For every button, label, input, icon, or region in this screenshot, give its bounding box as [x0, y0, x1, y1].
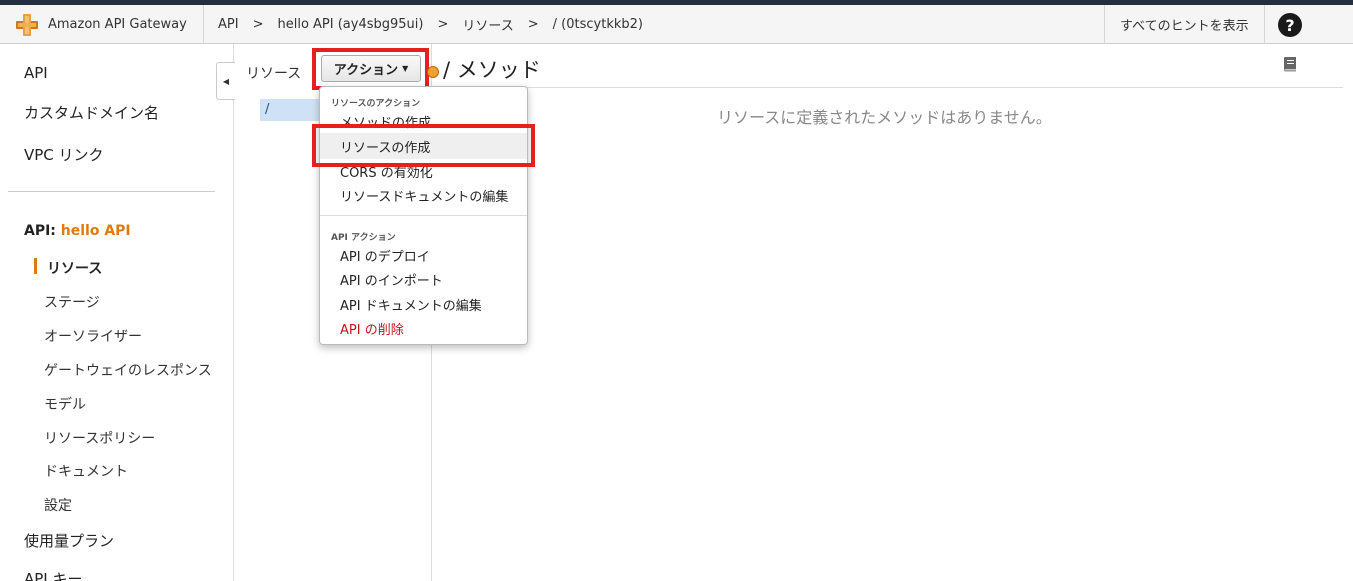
topbar-divider	[203, 5, 204, 44]
resources-label: リソース	[246, 66, 302, 82]
breadcrumb-separator: >	[252, 17, 264, 32]
top-bar: Amazon API Gateway API > hello API (ay4s…	[0, 5, 1353, 44]
sidebar-item-gateway-responses[interactable]: ゲートウェイのレスポンス	[44, 360, 212, 380]
menu-divider	[320, 215, 527, 216]
sidebar-item-custom-domain[interactable]: カスタムドメイン名	[24, 102, 159, 123]
brand[interactable]: Amazon API Gateway	[14, 5, 187, 44]
menu-item-delete-api[interactable]: API の削除	[340, 319, 404, 338]
sidebar-item-resource-policy[interactable]: リソースポリシー	[44, 428, 155, 448]
collapse-sidebar-button[interactable]: ◀	[216, 62, 235, 100]
breadcrumb-root-resource: / (0tscytkkb2)	[552, 17, 643, 32]
actions-dropdown-button[interactable]: アクション ▼	[321, 55, 421, 82]
topbar-divider	[1104, 5, 1105, 44]
sidebar-item-stages[interactable]: ステージ	[44, 292, 100, 312]
sidebar-divider	[8, 191, 215, 192]
menu-header-resource-actions: リソースのアクション	[331, 99, 421, 109]
active-indicator	[34, 258, 37, 274]
breadcrumb-separator: >	[437, 17, 449, 32]
menu-item-deploy-api[interactable]: API のデプロイ	[340, 246, 430, 265]
sidebar-item-authorizers[interactable]: オーソライザー	[44, 326, 142, 346]
api-gateway-logo-icon	[16, 13, 38, 36]
menu-item-create-method[interactable]: メソッドの作成	[340, 112, 431, 131]
actions-button-label: アクション	[333, 63, 399, 78]
api-prefix: API:	[24, 223, 56, 239]
topbar-divider	[1264, 5, 1265, 44]
menu-item-import-api[interactable]: API のインポート	[340, 270, 443, 289]
breadcrumb-resources[interactable]: リソース	[462, 15, 513, 34]
hint-dot-icon[interactable]	[427, 66, 439, 78]
caret-down-icon: ▼	[402, 64, 409, 73]
page-title: / メソッド	[443, 58, 541, 82]
sidebar-item-api[interactable]: API	[24, 64, 48, 82]
sidebar-item-resources[interactable]: リソース	[47, 258, 102, 278]
brand-name: Amazon API Gateway	[48, 17, 187, 32]
sidebar-item-vpc-link[interactable]: VPC リンク	[24, 144, 104, 165]
breadcrumb-separator: >	[527, 17, 539, 32]
api-name[interactable]: hello API	[61, 223, 131, 239]
sidebar-api-heading: API: hello API	[24, 223, 131, 239]
actions-dropdown-menu: リソースのアクション メソッドの作成 リソースの作成 CORS の有効化 リソー…	[319, 86, 528, 345]
show-all-hints-link[interactable]: すべてのヒントを表示	[1120, 5, 1249, 44]
sidebar: API カスタムドメイン名 VPC リンク API: hello API リソー…	[0, 44, 234, 581]
documentation-book-icon[interactable]	[1281, 55, 1299, 73]
menu-item-edit-api-docs[interactable]: API ドキュメントの編集	[340, 295, 482, 314]
menu-header-api-actions: API アクション	[331, 233, 396, 243]
caret-left-icon: ◀	[222, 76, 230, 86]
sidebar-item-settings[interactable]: 設定	[44, 495, 72, 515]
sidebar-item-documentation[interactable]: ドキュメント	[44, 461, 128, 481]
breadcrumb-hello-api[interactable]: hello API (ay4sbg95ui)	[277, 17, 423, 32]
menu-item-enable-cors[interactable]: CORS の有効化	[340, 162, 433, 181]
no-methods-message: リソースに定義されたメソッドはありません。	[717, 108, 1052, 127]
menu-item-create-resource[interactable]: リソースの作成	[340, 137, 430, 156]
sidebar-item-usage-plans[interactable]: 使用量プラン	[24, 530, 114, 551]
help-icon[interactable]: ?	[1278, 13, 1302, 37]
breadcrumb: API > hello API (ay4sbg95ui) > リソース > / …	[218, 5, 643, 44]
breadcrumb-api[interactable]: API	[218, 17, 239, 32]
sidebar-item-models[interactable]: モデル	[44, 394, 86, 414]
sidebar-item-api-keys[interactable]: API キー	[24, 568, 83, 581]
title-divider	[440, 87, 1343, 88]
menu-item-edit-resource-docs[interactable]: リソースドキュメントの編集	[340, 186, 508, 205]
